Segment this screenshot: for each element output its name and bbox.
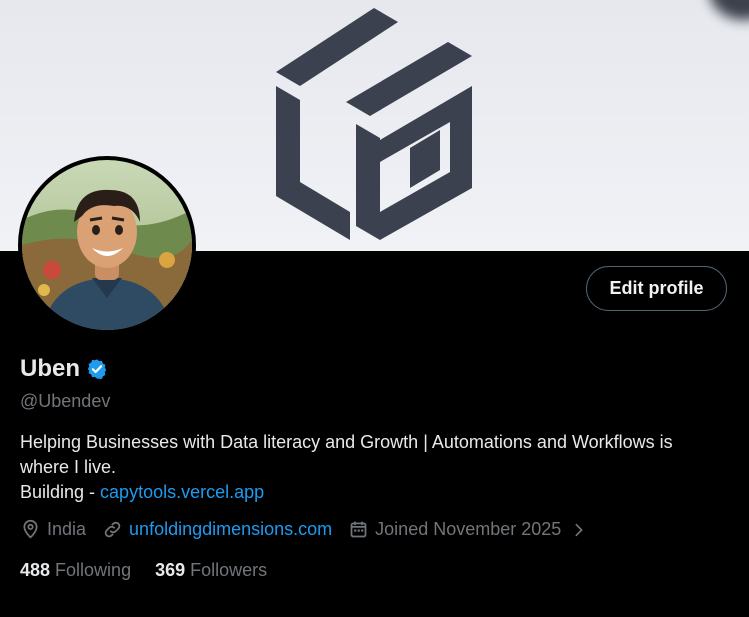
calendar-icon — [350, 521, 367, 538]
bio-line: Helping Businesses with Data literacy an… — [20, 432, 673, 452]
profile-name: Uben — [20, 355, 80, 382]
meta-joined[interactable]: Joined November 2025 — [348, 519, 587, 540]
location-pin-icon — [23, 519, 38, 539]
bio-link[interactable]: capytools.vercel.app — [100, 482, 264, 502]
meta-website[interactable]: unfoldingdimensions.com — [102, 519, 332, 540]
website-link[interactable]: unfoldingdimensions.com — [129, 519, 332, 540]
joined-text: Joined November 2025 — [375, 519, 562, 539]
location-text: India — [47, 519, 87, 539]
followers-label: Followers — [190, 560, 268, 580]
avatar[interactable] — [18, 156, 196, 334]
followers-link[interactable]: 369 Followers — [155, 560, 267, 581]
profile-bio: Helping Businesses with Data literacy an… — [20, 430, 735, 505]
verified-badge-icon[interactable] — [86, 358, 108, 380]
following-label: Following — [55, 560, 132, 580]
meta-location: India — [20, 519, 86, 540]
name-row: Uben — [20, 355, 108, 383]
bio-line: where I live. — [20, 457, 117, 477]
avatar-image — [22, 160, 192, 330]
followers-count: 369 — [155, 560, 186, 580]
follow-stats: 488 Following 369 Followers — [20, 560, 267, 581]
profile-meta: India unfoldingdimensions.com Joined Nov… — [20, 519, 603, 540]
bio-building-line: Building - capytools.vercel.app — [20, 480, 735, 505]
following-link[interactable]: 488 Following — [20, 560, 131, 581]
following-count: 488 — [20, 560, 51, 580]
edit-profile-button[interactable]: Edit profile — [586, 266, 727, 311]
profile-handle: @Ubendev — [20, 391, 111, 411]
bio-building-prefix: Building - — [20, 482, 101, 502]
chevron-right-icon — [575, 523, 584, 536]
link-icon — [104, 521, 121, 538]
